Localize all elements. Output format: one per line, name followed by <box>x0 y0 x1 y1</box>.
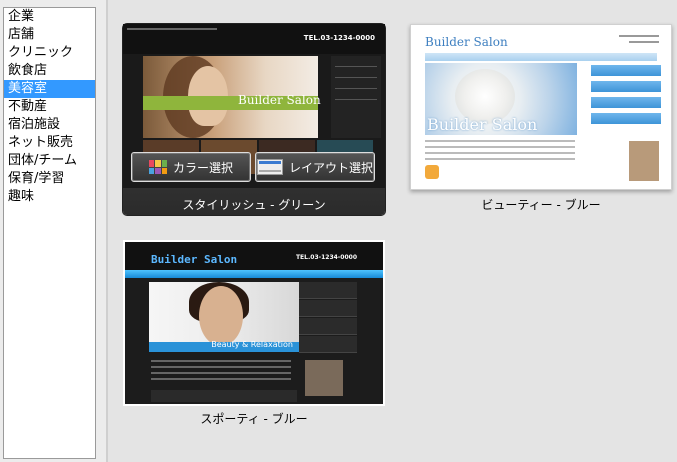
template-gallery: TEL.03-1234-0000 Builder Salon カラー選択 レイア… <box>108 0 677 462</box>
category-item-clinic[interactable]: クリニック <box>4 44 95 62</box>
preview-nav <box>425 53 657 61</box>
preview-brand: Builder Salon <box>425 35 508 49</box>
category-list[interactable]: 企業 店舗 クリニック 飲食店 美容室 不動産 宿泊施設 ネット販売 団体/チー… <box>3 7 96 459</box>
preview-hero-brand: Builder Salon <box>427 115 538 134</box>
category-item-beauty-salon[interactable]: 美容室 <box>4 80 95 98</box>
category-item-restaurant[interactable]: 飲食店 <box>4 62 95 80</box>
preview-tel: TEL.03-1234-0000 <box>295 254 357 261</box>
category-item-corporate[interactable]: 企業 <box>4 8 95 26</box>
preview-tel: TEL.03-1234-0000 <box>303 34 375 42</box>
template-label: スタイリッシュ - グリーン <box>182 198 326 212</box>
template-card-sporty-blue[interactable]: Builder Salon TEL.03-1234-0000 Beauty & … <box>123 240 385 430</box>
color-select-label: カラー選択 <box>172 160 233 175</box>
preview-footer <box>151 390 297 402</box>
layout-select-label: レイアウト選択 <box>288 160 373 175</box>
template-thumbnail[interactable]: Builder Salon Builder Salon <box>410 24 672 190</box>
preview-brand: Builder Salon <box>151 253 238 266</box>
preview-tagline: Beauty & Relaxation <box>211 340 293 349</box>
template-actions: カラー選択 レイアウト選択 <box>131 152 375 182</box>
preview-side-buttons <box>591 65 661 129</box>
template-card-beauty-blue[interactable]: Builder Salon Builder Salon ビューティー - ブルー <box>410 24 672 214</box>
category-item-store[interactable]: 店舗 <box>4 26 95 44</box>
preview-body-text <box>425 140 575 164</box>
category-item-team[interactable]: 団体/チーム <box>4 152 95 170</box>
layout-select-button[interactable]: レイアウト選択 <box>255 152 375 182</box>
category-item-real-estate[interactable]: 不動産 <box>4 98 95 116</box>
template-label: ビューティー - ブルー <box>481 198 601 212</box>
template-thumbnail[interactable]: Builder Salon TEL.03-1234-0000 Beauty & … <box>123 240 385 406</box>
layout-icon <box>256 159 283 175</box>
preview-nav <box>125 270 383 278</box>
preview-photo <box>305 360 343 396</box>
app-icon <box>425 165 439 179</box>
preview-photo <box>629 141 659 181</box>
preview-brand: Builder Salon <box>238 93 321 107</box>
color-palette-icon <box>148 160 167 174</box>
template-card-stylish-green[interactable]: TEL.03-1234-0000 Builder Salon カラー選択 レイア… <box>123 24 385 215</box>
preview-side-menu <box>331 56 381 138</box>
category-item-online-shop[interactable]: ネット販売 <box>4 134 95 152</box>
template-label: スポーティ - ブルー <box>200 412 308 426</box>
color-select-button[interactable]: カラー選択 <box>131 152 251 182</box>
category-item-hobby[interactable]: 趣味 <box>4 188 95 206</box>
preview-side-menu <box>299 282 357 354</box>
category-item-education[interactable]: 保育/学習 <box>4 170 95 188</box>
category-item-lodging[interactable]: 宿泊施設 <box>4 116 95 134</box>
preview-body-text <box>151 360 291 384</box>
preview-tagline-bar: Beauty & Relaxation <box>149 340 299 352</box>
